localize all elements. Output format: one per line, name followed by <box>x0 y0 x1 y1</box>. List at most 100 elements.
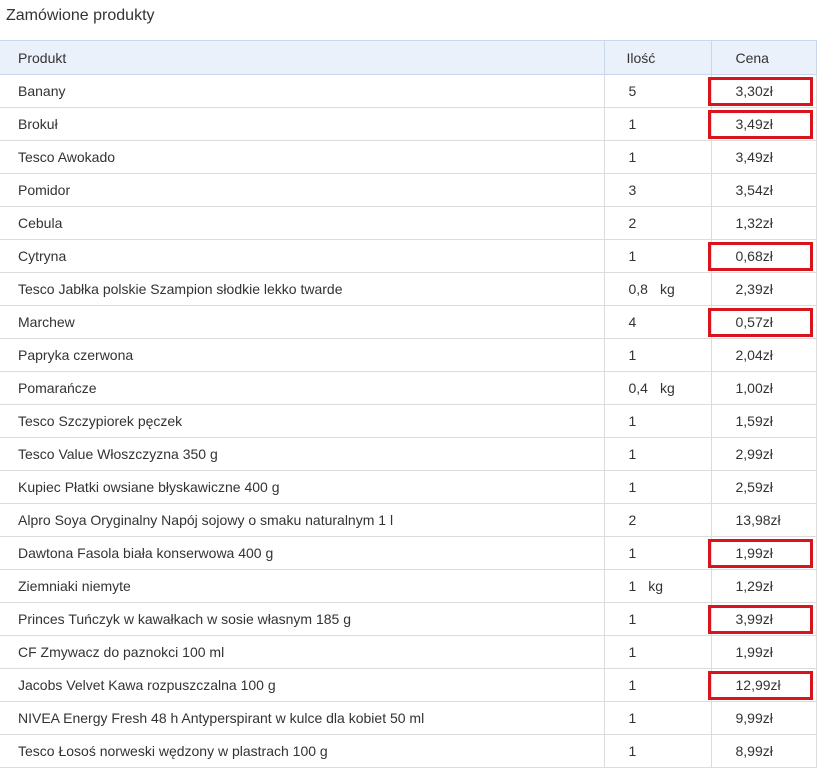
table-row: CF Zmywacz do paznokci 100 ml 1 1,99zł <box>0 635 817 669</box>
price-value: 3,99zł <box>735 611 773 627</box>
price-value: 1,99zł <box>735 644 773 660</box>
price-value: 3,30zł <box>735 83 773 99</box>
quantity-value: 1 <box>628 149 637 165</box>
quantity-value: 1 <box>628 116 637 132</box>
price-value: 12,99zł <box>735 677 781 693</box>
quantity-value: 1 <box>628 545 637 561</box>
quantity-unit: kg <box>648 578 664 594</box>
table-row: Banany 5 3,30zł <box>0 74 817 108</box>
price-cell: 1,99zł <box>711 635 817 669</box>
quantity-cell: 1 <box>604 701 712 735</box>
table-row: Tesco Łosoś norweski wędzony w plastrach… <box>0 734 817 768</box>
quantity-cell: 1 <box>604 239 712 273</box>
product-name-cell: Marchew <box>0 305 605 339</box>
table-row: NIVEA Energy Fresh 48 h Antyperspirant w… <box>0 701 817 735</box>
price-cell: 2,59zł <box>711 470 817 504</box>
table-row: Kupiec Płatki owsiane błyskawiczne 400 g… <box>0 470 817 504</box>
product-name-cell: Dawtona Fasola biała konserwowa 400 g <box>0 536 605 570</box>
price-cell: 1,59zł <box>711 404 817 438</box>
product-name-cell: Princes Tuńczyk w kawałkach w sosie włas… <box>0 602 605 636</box>
quantity-cell: 1 <box>604 470 712 504</box>
column-header-price[interactable]: Cena <box>711 40 817 75</box>
quantity-value: 1 <box>628 347 637 363</box>
ordered-products-table: Produkt Ilość Cena Banany 5 3,30zł Brokuł 1 3… <box>0 40 817 768</box>
product-name-cell: Pomidor <box>0 173 605 207</box>
price-cell: 3,49zł <box>711 140 817 174</box>
quantity-value: 0,8 <box>628 281 648 297</box>
table-row: Tesco Szczypiorek pęczek 1 1,59zł <box>0 404 817 438</box>
quantity-cell: 3 <box>604 173 712 207</box>
price-cell: 1,00zł <box>711 371 817 405</box>
price-cell: 0,68zł <box>707 239 817 273</box>
price-value: 1,99zł <box>735 545 773 561</box>
price-cell: 1,99zł <box>707 536 817 570</box>
quantity-cell: 5 <box>604 74 712 108</box>
quantity-value: 1 <box>628 248 637 264</box>
price-cell: 3,54zł <box>711 173 817 207</box>
quantity-value: 4 <box>628 314 637 330</box>
product-name-cell: Alpro Soya Oryginalny Napój sojowy o sma… <box>0 503 605 537</box>
product-name-cell: Cebula <box>0 206 605 240</box>
column-header-product[interactable]: Produkt <box>0 40 605 75</box>
table-row: Alpro Soya Oryginalny Napój sojowy o sma… <box>0 503 817 537</box>
table-row: Jacobs Velvet Kawa rozpuszczalna 100 g 1 1… <box>0 668 817 702</box>
quantity-cell: 1 kg <box>604 569 712 603</box>
quantity-value: 1 <box>628 578 637 594</box>
product-name-cell: Tesco Value Włoszczyzna 350 g <box>0 437 605 471</box>
quantity-unit: kg <box>659 380 675 396</box>
table-row: Cytryna 1 0,68zł <box>0 239 817 273</box>
quantity-value: 3 <box>628 182 637 198</box>
product-name-cell: Tesco Jabłka polskie Szampion słodkie le… <box>0 272 605 306</box>
quantity-value: 1 <box>628 644 637 660</box>
quantity-value: 1 <box>628 677 637 693</box>
price-value: 1,32zł <box>735 215 773 231</box>
price-cell: 1,29zł <box>711 569 817 603</box>
price-cell: 0,57zł <box>707 305 817 339</box>
price-cell: 3,49zł <box>707 107 817 141</box>
table-row: Dawtona Fasola biała konserwowa 400 g 1 1,… <box>0 536 817 570</box>
price-cell: 13,98zł <box>711 503 817 537</box>
price-value: 13,98zł <box>735 512 781 528</box>
quantity-unit: kg <box>659 281 675 297</box>
quantity-cell: 2 <box>604 206 712 240</box>
price-value: 1,00zł <box>735 380 773 396</box>
price-cell: 12,99zł <box>707 668 817 702</box>
product-name-cell: Brokuł <box>0 107 605 141</box>
price-cell: 3,99zł <box>707 602 817 636</box>
price-cell: 9,99zł <box>711 701 817 735</box>
quantity-cell: 1 <box>604 338 712 372</box>
table-row: Pomarańcze 0,4 kg 1,00zł <box>0 371 817 405</box>
quantity-cell: 1 <box>604 140 712 174</box>
table-row: Tesco Value Włoszczyzna 350 g 1 2,99zł <box>0 437 817 471</box>
quantity-cell: 1 <box>604 635 712 669</box>
quantity-cell: 1 <box>604 404 712 438</box>
table-row: Papryka czerwona 1 2,04zł <box>0 338 817 372</box>
price-cell: 2,39zł <box>711 272 817 306</box>
table-row: Pomidor 3 3,54zł <box>0 173 817 207</box>
quantity-value: 5 <box>628 83 637 99</box>
quantity-value: 1 <box>628 710 637 726</box>
product-name-cell: Jacobs Velvet Kawa rozpuszczalna 100 g <box>0 668 605 702</box>
quantity-cell: 4 <box>604 305 712 339</box>
quantity-value: 2 <box>628 512 637 528</box>
price-value: 9,99zł <box>735 710 773 726</box>
quantity-value: 1 <box>628 479 637 495</box>
price-cell: 2,99zł <box>711 437 817 471</box>
price-value: 0,57zł <box>735 314 773 330</box>
quantity-cell: 0,8 kg <box>604 272 712 306</box>
quantity-cell: 1 <box>604 437 712 471</box>
product-name-cell: CF Zmywacz do paznokci 100 ml <box>0 635 605 669</box>
column-header-quantity[interactable]: Ilość <box>604 40 712 75</box>
quantity-cell: 1 <box>604 107 712 141</box>
price-cell: 8,99zł <box>711 734 817 768</box>
price-value: 1,59zł <box>735 413 773 429</box>
price-value: 2,39zł <box>735 281 773 297</box>
product-name-cell: Tesco Awokado <box>0 140 605 174</box>
quantity-value: 2 <box>628 215 637 231</box>
quantity-cell: 1 <box>604 536 712 570</box>
table-row: Brokuł 1 3,49zł <box>0 107 817 141</box>
ordered-products-table-container: Produkt Ilość Cena Banany 5 3,30zł Brokuł 1 3… <box>0 40 817 768</box>
quantity-cell: 1 <box>604 668 712 702</box>
product-name-cell: Pomarańcze <box>0 371 605 405</box>
quantity-value: 1 <box>628 413 637 429</box>
